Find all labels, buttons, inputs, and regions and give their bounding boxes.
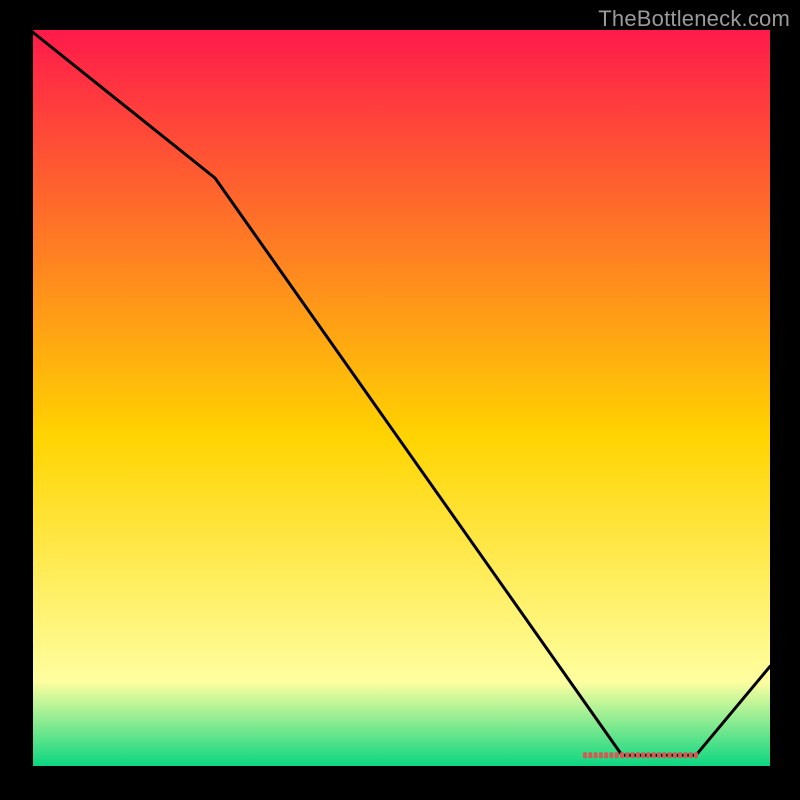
chart-svg xyxy=(30,30,770,770)
optimal-marker-dot xyxy=(646,752,650,758)
optimal-marker-dot xyxy=(673,752,677,758)
optimal-marker-dot xyxy=(636,752,640,758)
watermark-text: TheBottleneck.com xyxy=(598,6,790,32)
optimal-marker-dot xyxy=(631,752,635,758)
optimal-marker-dot xyxy=(641,752,645,758)
optimal-marker-dot xyxy=(615,752,619,758)
optimal-marker-dot xyxy=(668,752,672,758)
optimal-marker-dot xyxy=(588,752,592,758)
optimal-marker-dot xyxy=(694,752,698,758)
optimal-marker-dot xyxy=(604,752,608,758)
chart-stage: TheBottleneck.com xyxy=(0,0,800,800)
optimal-marker-dot xyxy=(657,752,661,758)
optimal-marker-dot xyxy=(683,752,687,758)
optimal-marker-dot xyxy=(625,752,629,758)
optimal-marker-dot xyxy=(599,752,603,758)
optimal-marker-dot xyxy=(678,752,682,758)
optimal-marker-dot xyxy=(609,752,613,758)
optimal-marker-dot xyxy=(620,752,624,758)
plot-background xyxy=(30,30,770,770)
optimal-marker-dot xyxy=(594,752,598,758)
optimal-marker-dot xyxy=(652,752,656,758)
optimal-marker-dot xyxy=(689,752,693,758)
optimal-marker-dot xyxy=(583,752,587,758)
plot-area xyxy=(30,30,770,770)
optimal-marker-dot xyxy=(662,752,666,758)
